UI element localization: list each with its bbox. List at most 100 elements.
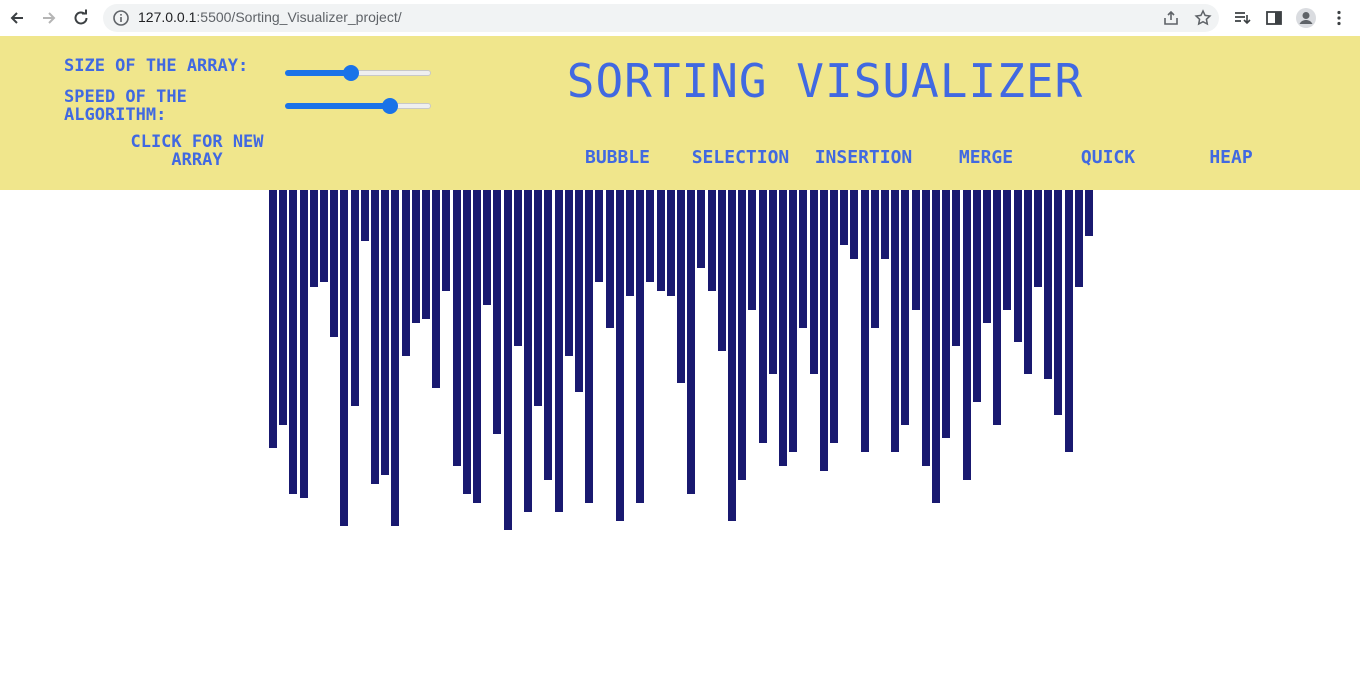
array-bar bbox=[1024, 190, 1032, 374]
array-bar bbox=[718, 190, 726, 351]
reload-icon[interactable] bbox=[69, 6, 93, 30]
back-arrow-icon[interactable] bbox=[5, 6, 29, 30]
array-bar bbox=[646, 190, 654, 282]
array-bar bbox=[850, 190, 858, 259]
array-bar bbox=[442, 190, 450, 291]
array-bar bbox=[606, 190, 614, 328]
array-bar bbox=[473, 190, 481, 503]
array-bar bbox=[891, 190, 899, 452]
new-array-button[interactable]: CLICK FOR NEW ARRAY bbox=[104, 133, 290, 169]
array-bar bbox=[963, 190, 971, 480]
new-array-line1: CLICK FOR NEW bbox=[130, 132, 264, 152]
array-bar bbox=[432, 190, 440, 388]
array-bar bbox=[993, 190, 1001, 425]
forward-arrow-icon[interactable] bbox=[37, 6, 61, 30]
array-bar bbox=[932, 190, 940, 503]
share-icon[interactable] bbox=[1162, 9, 1180, 27]
array-bar bbox=[952, 190, 960, 346]
array-bar bbox=[493, 190, 501, 434]
array-bar bbox=[840, 190, 848, 245]
speed-slider[interactable] bbox=[285, 98, 431, 114]
array-bar bbox=[983, 190, 991, 323]
array-bar bbox=[973, 190, 981, 402]
array-bar bbox=[402, 190, 410, 356]
array-bar bbox=[861, 190, 869, 452]
array-bar bbox=[463, 190, 471, 494]
browser-toolbar: 127.0.0.1:5500/Sorting_Visualizer_projec… bbox=[0, 0, 1360, 37]
array-bar bbox=[677, 190, 685, 383]
array-bar bbox=[340, 190, 348, 526]
quick-sort-button[interactable]: QUICK bbox=[1062, 148, 1154, 168]
array-bar bbox=[759, 190, 767, 443]
slider-fill bbox=[285, 103, 391, 109]
url-path: :5500/Sorting_Visualizer_project/ bbox=[196, 9, 402, 25]
array-bar bbox=[901, 190, 909, 425]
reading-list-icon[interactable] bbox=[1231, 7, 1253, 29]
site-info-icon[interactable] bbox=[112, 9, 130, 27]
array-bar bbox=[810, 190, 818, 374]
insertion-sort-button[interactable]: INSERTION bbox=[806, 148, 921, 168]
url-host: 127.0.0.1 bbox=[138, 9, 197, 25]
array-bar bbox=[544, 190, 552, 480]
array-bar bbox=[636, 190, 644, 503]
slider-thumb[interactable] bbox=[342, 65, 359, 81]
speed-label-line2: ALGORITHM: bbox=[64, 105, 167, 125]
selection-sort-button[interactable]: SELECTION bbox=[683, 148, 798, 168]
app-header: SIZE OF THE ARRAY: SPEED OF THE ALGORITH… bbox=[0, 36, 1360, 190]
merge-sort-button[interactable]: MERGE bbox=[940, 148, 1032, 168]
array-bar bbox=[1085, 190, 1093, 236]
speed-label-line1: SPEED OF THE bbox=[64, 87, 187, 107]
address-bar[interactable]: 127.0.0.1:5500/Sorting_Visualizer_projec… bbox=[103, 4, 1219, 32]
array-bar bbox=[483, 190, 491, 305]
array-bar bbox=[1034, 190, 1042, 287]
array-bar bbox=[667, 190, 675, 296]
array-bar bbox=[942, 190, 950, 438]
array-bar bbox=[1054, 190, 1062, 415]
array-bar bbox=[1014, 190, 1022, 342]
array-bar bbox=[912, 190, 920, 310]
array-bar bbox=[1075, 190, 1083, 287]
array-bar bbox=[524, 190, 532, 512]
page-title: SORTING VISUALIZER bbox=[566, 54, 1084, 108]
array-bar bbox=[555, 190, 563, 512]
array-bar bbox=[881, 190, 889, 259]
array-bar bbox=[799, 190, 807, 328]
array-bar bbox=[371, 190, 379, 484]
array-bar bbox=[687, 190, 695, 494]
array-bar bbox=[381, 190, 389, 475]
array-bar bbox=[830, 190, 838, 443]
array-bar bbox=[412, 190, 420, 323]
bookmark-star-icon[interactable] bbox=[1194, 9, 1212, 27]
array-bar bbox=[269, 190, 277, 448]
array-bar bbox=[789, 190, 797, 452]
array-bar bbox=[585, 190, 593, 503]
bubble-sort-button[interactable]: BUBBLE bbox=[570, 148, 665, 168]
profile-avatar-icon[interactable] bbox=[1295, 7, 1317, 29]
array-bar bbox=[361, 190, 369, 241]
array-bar bbox=[769, 190, 777, 374]
array-bar bbox=[453, 190, 461, 466]
array-bars-container bbox=[0, 190, 1360, 684]
side-panel-icon[interactable] bbox=[1263, 7, 1285, 29]
array-size-slider[interactable] bbox=[285, 65, 431, 81]
menu-kebab-icon[interactable] bbox=[1328, 7, 1350, 29]
slider-fill bbox=[285, 70, 351, 76]
array-bar bbox=[504, 190, 512, 530]
new-array-line2: ARRAY bbox=[171, 150, 223, 170]
slider-thumb[interactable] bbox=[382, 98, 399, 114]
array-bar bbox=[565, 190, 573, 356]
array-bar bbox=[422, 190, 430, 319]
array-bar bbox=[779, 190, 787, 466]
array-bar bbox=[708, 190, 716, 291]
array-bar bbox=[351, 190, 359, 406]
array-bar bbox=[748, 190, 756, 310]
array-size-label: SIZE OF THE ARRAY: bbox=[64, 56, 249, 76]
array-bar bbox=[1065, 190, 1073, 452]
array-bar bbox=[728, 190, 736, 521]
array-bar bbox=[738, 190, 746, 480]
array-bar bbox=[871, 190, 879, 328]
heap-sort-button[interactable]: HEAP bbox=[1190, 148, 1272, 168]
array-bar bbox=[820, 190, 828, 471]
url-text[interactable]: 127.0.0.1:5500/Sorting_Visualizer_projec… bbox=[138, 9, 402, 25]
array-bar bbox=[922, 190, 930, 466]
